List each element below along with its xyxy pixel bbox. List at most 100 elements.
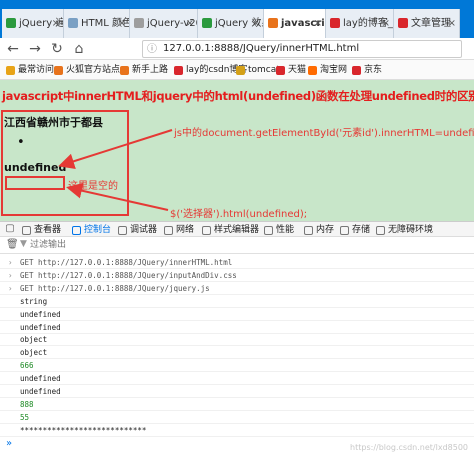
expand-chevron-icon[interactable]: › bbox=[8, 256, 13, 269]
devtools-tab-5[interactable]: 性能 bbox=[264, 224, 294, 236]
tab-3[interactable]: jQuery 效果× bbox=[198, 9, 264, 38]
info-icon[interactable]: ⓘ bbox=[147, 42, 157, 58]
tab-close-icon[interactable]: × bbox=[382, 9, 390, 38]
bookmark-label: 天猫 bbox=[288, 65, 307, 75]
console-row: string bbox=[0, 295, 474, 308]
tab-favicon-icon bbox=[268, 18, 278, 28]
console-row: 888 bbox=[0, 398, 474, 411]
console-prompt-icon[interactable]: » bbox=[6, 438, 12, 449]
devtools-tab-8[interactable]: 无障碍环境 bbox=[376, 224, 433, 236]
console-row-text: GET http://127.0.0.1:8888/JQuery/innerHT… bbox=[20, 258, 233, 267]
bookmark-item[interactable]: 淘宝网 bbox=[308, 63, 347, 77]
console-row-text: GET http://127.0.0.1:8888/JQuery/inputAn… bbox=[20, 270, 237, 280]
bookmark-item[interactable]: 火狐官方站点 bbox=[54, 63, 120, 77]
devtools-tab-icon bbox=[340, 226, 349, 235]
console-row: object bbox=[0, 333, 474, 347]
trash-icon[interactable]: 🗑 bbox=[6, 239, 19, 250]
devtools-tab-3[interactable]: 网络 bbox=[164, 224, 194, 236]
filter-input[interactable] bbox=[18, 238, 218, 252]
tab-close-icon[interactable]: × bbox=[186, 9, 194, 38]
bookmark-favicon-icon bbox=[308, 66, 317, 75]
bookmark-item[interactable]: 天猫 bbox=[276, 63, 306, 77]
url-text: 127.0.0.1:8888/JQuery/innerHTML.html bbox=[163, 43, 360, 54]
devtools-tab-7[interactable]: 存储 bbox=[340, 224, 370, 236]
devtools-tab-6[interactable]: 内存 bbox=[304, 224, 334, 236]
console-row-text: **************************** bbox=[20, 425, 147, 435]
devtools-tab-label: 调试器 bbox=[130, 225, 158, 235]
devtools-tab-1[interactable]: 控制台 bbox=[72, 224, 111, 236]
bookmark-item[interactable]: tomcat bbox=[236, 63, 280, 77]
back-arrow-icon[interactable]: ← bbox=[4, 40, 22, 58]
tab-close-icon[interactable]: × bbox=[314, 9, 322, 38]
tab-favicon-icon bbox=[6, 18, 16, 28]
annotation-arrows bbox=[58, 129, 173, 211]
console-row: 666 bbox=[0, 359, 474, 373]
console-row[interactable]: › GET http://127.0.0.1:8888/JQuery/innerH… bbox=[0, 256, 474, 269]
devtools-tab-label: 内存 bbox=[316, 225, 335, 235]
bookmark-favicon-icon bbox=[276, 66, 285, 75]
bookmark-favicon-icon bbox=[54, 66, 63, 75]
console-row[interactable]: › GET http://127.0.0.1:8888/JQuery/jquery… bbox=[0, 282, 474, 295]
tab-1[interactable]: HTML 颜色名× bbox=[64, 9, 130, 38]
devtools-tab-label: 样式编辑器 bbox=[214, 225, 260, 235]
tab-6[interactable]: 文章管理 × bbox=[394, 9, 460, 38]
tab-close-icon[interactable]: × bbox=[118, 9, 126, 38]
devtools-tab-label: 无障碍环境 bbox=[388, 225, 434, 235]
tab-close-icon[interactable]: × bbox=[52, 9, 60, 38]
url-bar[interactable]: ⓘ 127.0.0.1:8888/JQuery/innerHTML.html bbox=[142, 40, 462, 58]
bookmark-label: 京东 bbox=[364, 65, 383, 75]
bookmark-item[interactable]: 京东 bbox=[352, 63, 382, 77]
home-icon[interactable]: ⌂ bbox=[70, 40, 88, 58]
devtools-tab-label: 控制台 bbox=[84, 225, 112, 235]
tab-close-icon[interactable]: × bbox=[252, 9, 260, 38]
devtools-tab-2[interactable]: 调试器 bbox=[118, 224, 157, 236]
devtools-tab-icon bbox=[22, 226, 31, 235]
bookmark-favicon-icon bbox=[120, 66, 129, 75]
page-content: javascript中innerHTML和jquery中的html(undefi… bbox=[0, 80, 474, 221]
devtools-tab-icon bbox=[72, 226, 81, 235]
tab-title: 文章管理 bbox=[411, 18, 451, 29]
console-row: 55 bbox=[0, 411, 474, 424]
tab-4[interactable]: javascript× bbox=[264, 9, 326, 38]
devtools-tab-icon bbox=[304, 226, 313, 235]
pick-element-icon[interactable]: ▢ bbox=[4, 220, 16, 238]
bookmark-label: 新手上路 bbox=[132, 65, 169, 75]
console-filter-bar: 🗑 ▼ bbox=[0, 237, 474, 254]
devtools-tab-0[interactable]: 查看器 bbox=[22, 224, 61, 236]
bookmark-item[interactable]: 最常访问 bbox=[6, 63, 54, 77]
tab-2[interactable]: jQuery-v2015V× bbox=[130, 9, 198, 38]
devtools-toolbar: ▢ 查看器 控制台 调试器 网络 样式编辑器 性能 内存 存储 无障碍环境 bbox=[0, 221, 474, 237]
arrow-to-empty bbox=[66, 182, 169, 211]
bookmark-favicon-icon bbox=[6, 66, 15, 75]
tab-5[interactable]: lay的博客_lay× bbox=[326, 9, 394, 38]
devtools-tab-label: 查看器 bbox=[34, 225, 62, 235]
devtools-tab-label: 存储 bbox=[352, 225, 371, 235]
devtools-tab-label: 网络 bbox=[176, 225, 195, 235]
bookmark-item[interactable]: 新手上路 bbox=[120, 63, 168, 77]
tab-0[interactable]: jQuery 遍历× bbox=[2, 9, 64, 38]
watermark: https://blog.csdn.net/lxd8500 bbox=[350, 443, 468, 452]
tab-favicon-icon bbox=[134, 18, 144, 28]
console-row: **************************** bbox=[0, 424, 474, 437]
devtools-tab-icon bbox=[264, 226, 273, 235]
devtools-tab-icon bbox=[376, 226, 385, 235]
bookmarks-bar: 最常访问 火狐官方站点 新手上路 lay的csdn博客 tomcat 天猫 淘宝网 京东 bbox=[0, 60, 474, 80]
devtools-tab-icon bbox=[164, 226, 173, 235]
console-row: undefined bbox=[0, 372, 474, 386]
console-row-text: object bbox=[20, 335, 48, 345]
console-row-text: 888 bbox=[20, 399, 34, 409]
forward-arrow-icon[interactable]: → bbox=[26, 40, 44, 58]
console-row: undefined bbox=[0, 321, 474, 334]
console-row[interactable]: › GET http://127.0.0.1:8888/JQuery/inputA… bbox=[0, 269, 474, 282]
devtools-tab-label: 性能 bbox=[276, 225, 295, 235]
console-row-text: undefined bbox=[20, 309, 61, 319]
refresh-icon[interactable]: ↻ bbox=[48, 40, 66, 58]
console-row: undefined bbox=[0, 385, 474, 398]
expand-chevron-icon[interactable]: › bbox=[8, 269, 13, 282]
tab-close-icon[interactable]: × bbox=[448, 9, 456, 38]
console-row-text: string bbox=[20, 296, 48, 306]
navigation-bar: ← → ↻ ⌂ ⓘ 127.0.0.1:8888/JQuery/innerHTM… bbox=[0, 38, 474, 60]
devtools-tab-4[interactable]: 样式编辑器 bbox=[202, 224, 259, 236]
expand-chevron-icon[interactable]: › bbox=[8, 282, 13, 295]
console-row-text: object bbox=[20, 348, 48, 358]
